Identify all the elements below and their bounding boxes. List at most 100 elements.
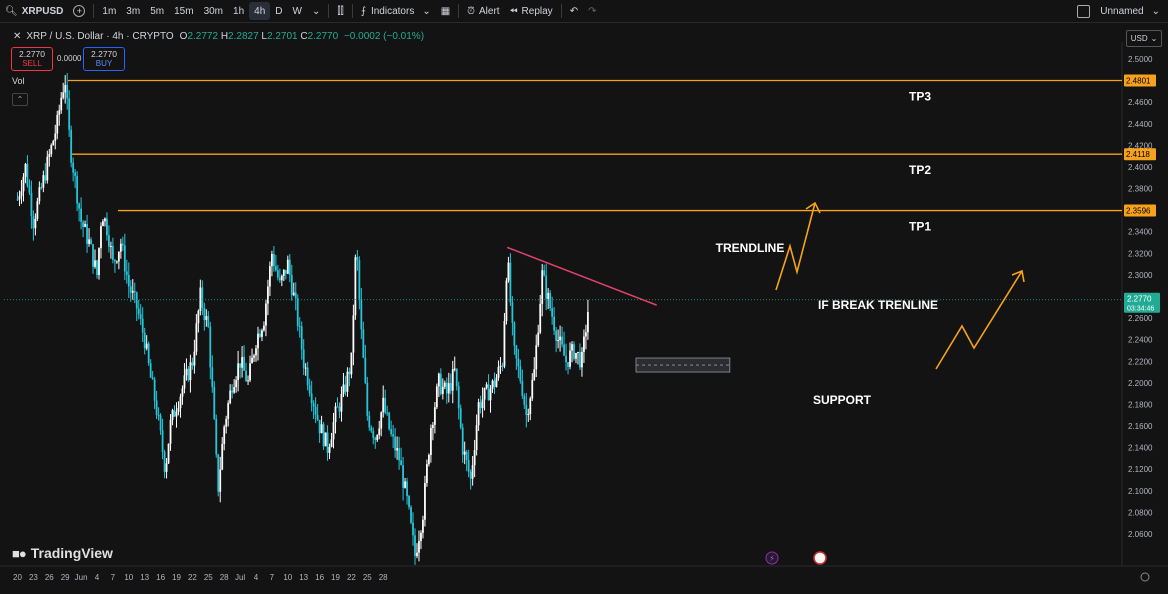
- candle-body: [338, 406, 341, 412]
- candle-body: [70, 129, 73, 163]
- candle-body: [322, 424, 325, 447]
- divider: [458, 4, 460, 18]
- indicators-button[interactable]: ⨍ Indicators ⌄: [356, 0, 436, 22]
- candle-body: [579, 352, 581, 368]
- candle-body: [394, 436, 397, 451]
- candle-body: [495, 377, 498, 387]
- candle-body: [320, 424, 323, 434]
- templates-button[interactable]: ▦: [436, 0, 455, 22]
- interval-1h[interactable]: 1h: [228, 0, 249, 22]
- candle-body: [30, 192, 33, 217]
- candle-body: [26, 163, 29, 186]
- candle-body: [519, 366, 522, 381]
- replay-button[interactable]: ⏪︎ Replay: [505, 0, 558, 22]
- undo-icon: ↶: [569, 5, 579, 17]
- interval-d[interactable]: D: [270, 0, 287, 22]
- interval-4h[interactable]: 4h: [249, 2, 271, 20]
- candle-body: [424, 483, 426, 520]
- interval-5m[interactable]: 5m: [145, 0, 169, 22]
- candle-body: [46, 156, 49, 181]
- buy-label: BUY: [95, 59, 113, 68]
- undo-button[interactable]: ↶: [565, 0, 583, 22]
- candle-body: [523, 395, 526, 405]
- candle-body: [453, 368, 456, 370]
- candle-body: [312, 403, 315, 407]
- interval-w[interactable]: W: [288, 0, 307, 22]
- candle-body: [447, 383, 450, 394]
- candle-body: [302, 349, 305, 368]
- candle-body: [545, 275, 548, 299]
- sell-button[interactable]: 2.2770 SELL: [11, 47, 53, 71]
- candle-body: [513, 322, 516, 346]
- y-tick-label: 2.2600: [1128, 314, 1153, 323]
- candle-body: [94, 260, 96, 267]
- candle-body: [481, 399, 484, 409]
- collapse-legend-button[interactable]: ⌃: [12, 93, 28, 106]
- interval-dropdown[interactable]: ⌄: [307, 0, 325, 22]
- redo-button[interactable]: ↷: [583, 0, 601, 22]
- x-tick-label: 10: [124, 573, 133, 582]
- compare-symbol-button[interactable]: +: [68, 0, 90, 22]
- candle-body: [189, 362, 192, 381]
- candle-body: [360, 298, 363, 330]
- candle-body: [119, 243, 122, 252]
- candle-body: [563, 344, 565, 356]
- close-icon[interactable]: ✕: [13, 31, 21, 42]
- y-tick-label: 2.0800: [1128, 508, 1153, 517]
- candle-body: [185, 368, 188, 376]
- y-tick-label: 2.2400: [1128, 336, 1153, 345]
- candle-body: [149, 363, 152, 378]
- x-tick-label: 28: [220, 573, 229, 582]
- interval-3m[interactable]: 3m: [121, 0, 145, 22]
- chart-background: [0, 23, 1168, 594]
- candle-body: [340, 394, 343, 412]
- buy-button[interactable]: 2.2770 BUY: [83, 47, 125, 71]
- x-tick-label: 13: [299, 573, 308, 582]
- candle-body: [471, 465, 474, 479]
- x-tick-label: 29: [61, 573, 70, 582]
- alert-label: Alert: [478, 5, 500, 17]
- y-tick-label: 2.4600: [1128, 98, 1153, 107]
- layout-checkbox[interactable]: [1077, 4, 1091, 18]
- candle-body: [78, 203, 81, 209]
- candle-body: [159, 415, 162, 431]
- candle-body: [418, 541, 420, 553]
- layout-name[interactable]: Unnamed: [1100, 6, 1143, 17]
- y-tick-label: 2.1600: [1128, 422, 1153, 431]
- y-tick-label: 2.2000: [1128, 379, 1153, 388]
- candle-body: [356, 257, 359, 261]
- annotation-if-break: IF BREAK TRENLINE: [818, 298, 938, 312]
- candle-body: [555, 330, 558, 341]
- tv-mark-icon: ■●: [12, 545, 27, 561]
- candle-body: [197, 311, 200, 324]
- candle-body: [354, 257, 357, 316]
- candle-body: [487, 384, 490, 401]
- alert-button[interactable]: ⏰︎ Alert: [462, 0, 504, 22]
- interval-1m[interactable]: 1m: [97, 0, 121, 22]
- candle-body: [330, 439, 333, 447]
- interval-30m[interactable]: 30m: [199, 0, 228, 22]
- us-flag-event-icon[interactable]: [813, 551, 827, 565]
- x-tick-label: 22: [188, 573, 197, 582]
- candle-body: [390, 429, 393, 435]
- symbol-search[interactable]: 🔍︎ XRPUSD: [0, 0, 68, 22]
- currency-selector[interactable]: USD ⌄: [1126, 30, 1162, 47]
- candle-body: [288, 259, 291, 275]
- candle-body: [64, 85, 67, 93]
- chevron-down-icon[interactable]: ⌄: [1152, 6, 1160, 17]
- candle-body: [398, 448, 400, 461]
- candle-body: [187, 368, 190, 381]
- chart-type-button[interactable]: ⫿⫿: [332, 0, 348, 22]
- divider: [560, 4, 562, 18]
- x-tick-label: 4: [95, 573, 100, 582]
- candle-body: [489, 388, 492, 401]
- indicators-label: Indicators: [370, 5, 415, 17]
- price-chart[interactable]: 2.50002.48002.46002.44002.42002.40002.38…: [0, 23, 1168, 594]
- candle-body: [368, 415, 371, 428]
- interval-15m[interactable]: 15m: [169, 0, 198, 22]
- candle-body: [449, 383, 452, 391]
- candle-body: [261, 330, 263, 337]
- candle-body: [276, 270, 279, 278]
- candle-body: [535, 345, 538, 370]
- candle-body: [541, 270, 544, 304]
